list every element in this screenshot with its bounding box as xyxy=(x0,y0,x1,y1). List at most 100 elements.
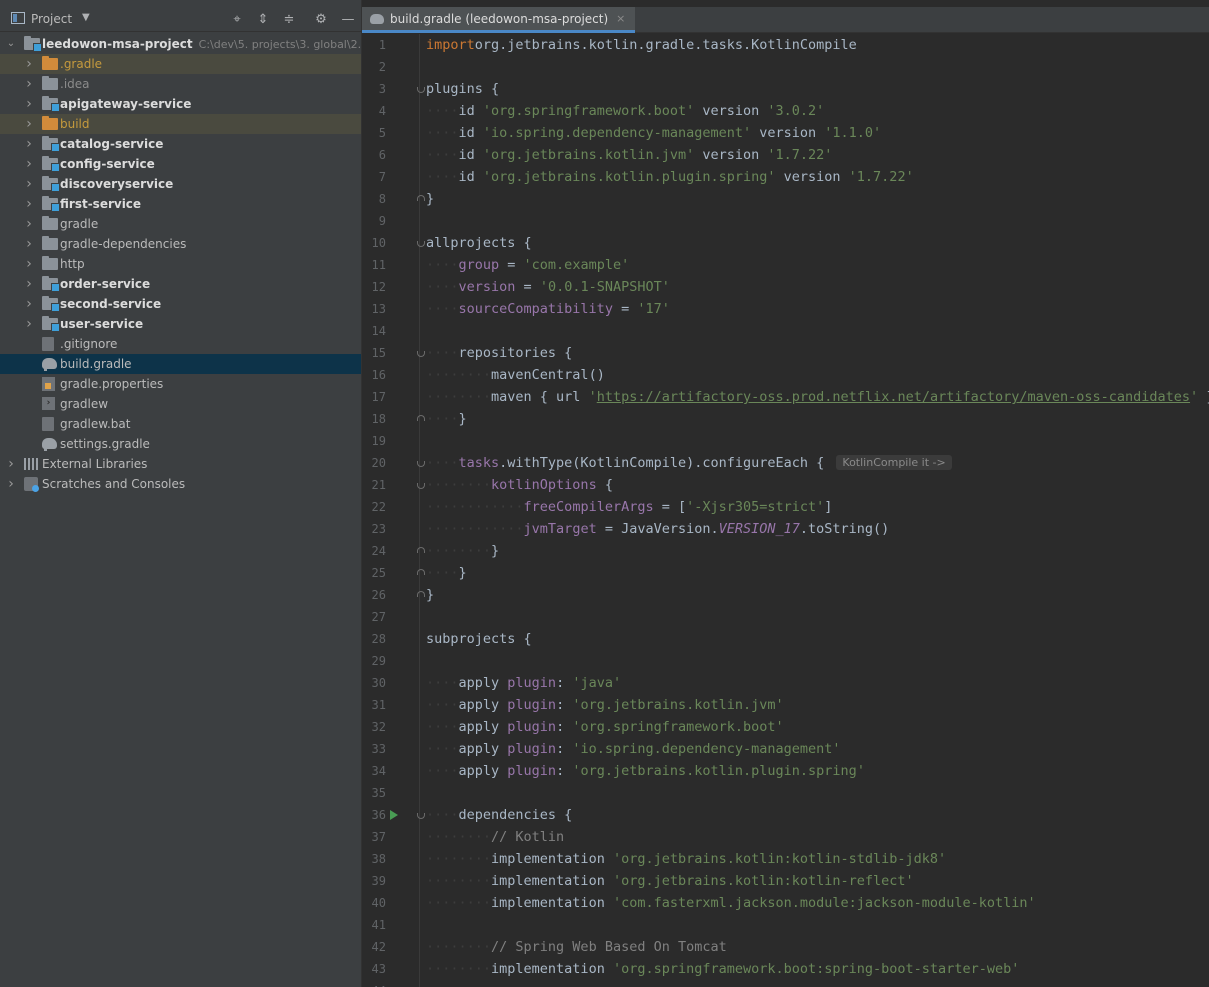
code-line[interactable]: 22 ············freeCompilerArgs = ['-Xjsr… xyxy=(362,496,1209,518)
code-line[interactable]: 33 ····apply plugin: 'io.spring.dependenc… xyxy=(362,738,1209,760)
chevron-right-icon[interactable]: › xyxy=(24,174,34,194)
code-line[interactable]: 18 ····} xyxy=(362,408,1209,430)
tree-item[interactable]: gradlew.bat xyxy=(0,414,361,434)
code-line[interactable]: 5 ····id 'io.spring.dependency-management… xyxy=(362,122,1209,144)
tree-item[interactable]: › .gradle xyxy=(0,54,361,74)
code-line[interactable]: 25 ····} xyxy=(362,562,1209,584)
chevron-right-icon[interactable]: › xyxy=(24,294,34,314)
fold-close-icon[interactable] xyxy=(417,569,425,575)
minimize-icon[interactable]: — xyxy=(340,12,356,28)
tree-item[interactable]: › discoveryservice xyxy=(0,174,361,194)
fold-close-icon[interactable] xyxy=(417,415,425,421)
tree-item[interactable]: settings.gradle xyxy=(0,434,361,454)
code-line[interactable]: 16 ········mavenCentral() xyxy=(362,364,1209,386)
editor-tab-build-gradle[interactable]: build.gradle (leedowon-msa-project) × xyxy=(362,7,636,33)
code-line[interactable]: 14 xyxy=(362,320,1209,342)
locate-crosshair-icon[interactable]: ⌖ xyxy=(229,12,245,28)
expand-all-icon[interactable]: ⇕ xyxy=(255,12,271,28)
chevron-right-icon[interactable]: › xyxy=(24,74,34,94)
code-line[interactable]: 38 ········implementation 'org.jetbrains.… xyxy=(362,848,1209,870)
chevron-down-icon[interactable]: ▼ xyxy=(82,12,90,23)
tree-item[interactable]: › build xyxy=(0,114,361,134)
tree-item[interactable]: build.gradle xyxy=(0,354,361,374)
code-line[interactable]: 44 xyxy=(362,980,1209,987)
fold-close-icon[interactable] xyxy=(417,591,425,597)
tree-item[interactable]: › .idea xyxy=(0,74,361,94)
run-gutter-icon[interactable] xyxy=(390,810,398,820)
tree-item[interactable]: › first-service xyxy=(0,194,361,214)
tree-item[interactable]: gradle.properties xyxy=(0,374,361,394)
gear-icon[interactable]: ⚙ xyxy=(313,12,329,28)
code-line[interactable]: 21 ········kotlinOptions { xyxy=(362,474,1209,496)
code-line[interactable]: 30 ····apply plugin: 'java' xyxy=(362,672,1209,694)
code-line[interactable]: 26} xyxy=(362,584,1209,606)
tree-item[interactable]: › http xyxy=(0,254,361,274)
code-line[interactable]: 1 importorg.jetbrains.kotlin.gradle.tasks… xyxy=(362,34,1209,56)
code-line[interactable]: 29 xyxy=(362,650,1209,672)
code-line[interactable]: 39 ········implementation 'org.jetbrains.… xyxy=(362,870,1209,892)
tree-item[interactable]: › gradlew xyxy=(0,394,361,414)
tree-item[interactable]: › External Libraries xyxy=(0,454,361,474)
code-line[interactable]: 12 ····version = '0.0.1-SNAPSHOT' xyxy=(362,276,1209,298)
chevron-right-icon[interactable]: › xyxy=(24,314,34,334)
code-line[interactable]: 2 xyxy=(362,56,1209,78)
code-line[interactable]: 36 ····dependencies { xyxy=(362,804,1209,826)
code-line[interactable]: 10 allprojects { xyxy=(362,232,1209,254)
code-line[interactable]: 40 ········implementation 'com.fasterxml.… xyxy=(362,892,1209,914)
code-line[interactable]: 9 xyxy=(362,210,1209,232)
code-line[interactable]: 13 ····sourceCompatibility = '17' xyxy=(362,298,1209,320)
fold-open-icon[interactable] xyxy=(417,483,425,489)
tree-item[interactable]: › config-service xyxy=(0,154,361,174)
chevron-right-icon[interactable]: › xyxy=(24,234,34,254)
code-line[interactable]: 34 ····apply plugin: 'org.jetbrains.kotli… xyxy=(362,760,1209,782)
chevron-right-icon[interactable]: › xyxy=(6,454,16,474)
code-line[interactable]: 8} xyxy=(362,188,1209,210)
tree-item[interactable]: .gitignore xyxy=(0,334,361,354)
code-line[interactable]: 6 ····id 'org.jetbrains.kotlin.jvm' versi… xyxy=(362,144,1209,166)
chevron-right-icon[interactable]: › xyxy=(24,54,34,74)
code-line[interactable]: 19 xyxy=(362,430,1209,452)
fold-open-icon[interactable] xyxy=(417,461,425,467)
project-view-title[interactable]: Project xyxy=(31,12,72,26)
code-line[interactable]: 3 plugins { xyxy=(362,78,1209,100)
tree-item[interactable]: › apigateway-service xyxy=(0,94,361,114)
close-icon[interactable]: × xyxy=(616,7,625,31)
chevron-right-icon[interactable]: › xyxy=(24,194,34,214)
tree-item[interactable]: › user-service xyxy=(0,314,361,334)
chevron-right-icon[interactable]: › xyxy=(6,474,16,494)
fold-open-icon[interactable] xyxy=(417,351,425,357)
chevron-right-icon[interactable]: › xyxy=(24,274,34,294)
chevron-down-icon[interactable]: ⌄ xyxy=(6,34,16,54)
collapse-all-icon[interactable]: ≑ xyxy=(281,12,297,28)
code-line[interactable]: 7 ····id 'org.jetbrains.kotlin.plugin.spr… xyxy=(362,166,1209,188)
chevron-right-icon[interactable]: › xyxy=(24,254,34,274)
code-line[interactable]: 35 xyxy=(362,782,1209,804)
code-line[interactable]: 31 ····apply plugin: 'org.jetbrains.kotli… xyxy=(362,694,1209,716)
code-line[interactable]: 37 ········// Kotlin xyxy=(362,826,1209,848)
tree-item[interactable]: › order-service xyxy=(0,274,361,294)
chevron-right-icon[interactable]: › xyxy=(24,114,34,134)
fold-close-icon[interactable] xyxy=(417,547,425,553)
code-area[interactable]: 1 importorg.jetbrains.kotlin.gradle.tasks… xyxy=(362,34,1209,987)
code-line[interactable]: 23 ············jvmTarget = JavaVersion.VE… xyxy=(362,518,1209,540)
chevron-right-icon[interactable]: › xyxy=(24,94,34,114)
fold-open-icon[interactable] xyxy=(417,813,425,819)
fold-open-icon[interactable] xyxy=(417,241,425,247)
code-line[interactable]: 41 xyxy=(362,914,1209,936)
tree-item[interactable]: › catalog-service xyxy=(0,134,361,154)
chevron-right-icon[interactable]: › xyxy=(24,134,34,154)
code-line[interactable]: 42 ········// Spring Web Based On Tomcat xyxy=(362,936,1209,958)
code-line[interactable]: 24 ········} xyxy=(362,540,1209,562)
code-line[interactable]: 20 ····tasks.withType(KotlinCompile).conf… xyxy=(362,452,1209,474)
tree-item[interactable]: › gradle-dependencies xyxy=(0,234,361,254)
code-line[interactable]: 32 ····apply plugin: 'org.springframework… xyxy=(362,716,1209,738)
tree-item[interactable]: › second-service xyxy=(0,294,361,314)
fold-open-icon[interactable] xyxy=(417,87,425,93)
code-line[interactable]: 43 ········implementation 'org.springfram… xyxy=(362,958,1209,980)
code-line[interactable]: 28 subprojects { xyxy=(362,628,1209,650)
tree-item[interactable]: › gradle xyxy=(0,214,361,234)
chevron-right-icon[interactable]: › xyxy=(24,214,34,234)
chevron-right-icon[interactable]: › xyxy=(24,154,34,174)
code-line[interactable]: 4 ····id 'org.springframework.boot' versi… xyxy=(362,100,1209,122)
code-line[interactable]: 15 ····repositories { xyxy=(362,342,1209,364)
